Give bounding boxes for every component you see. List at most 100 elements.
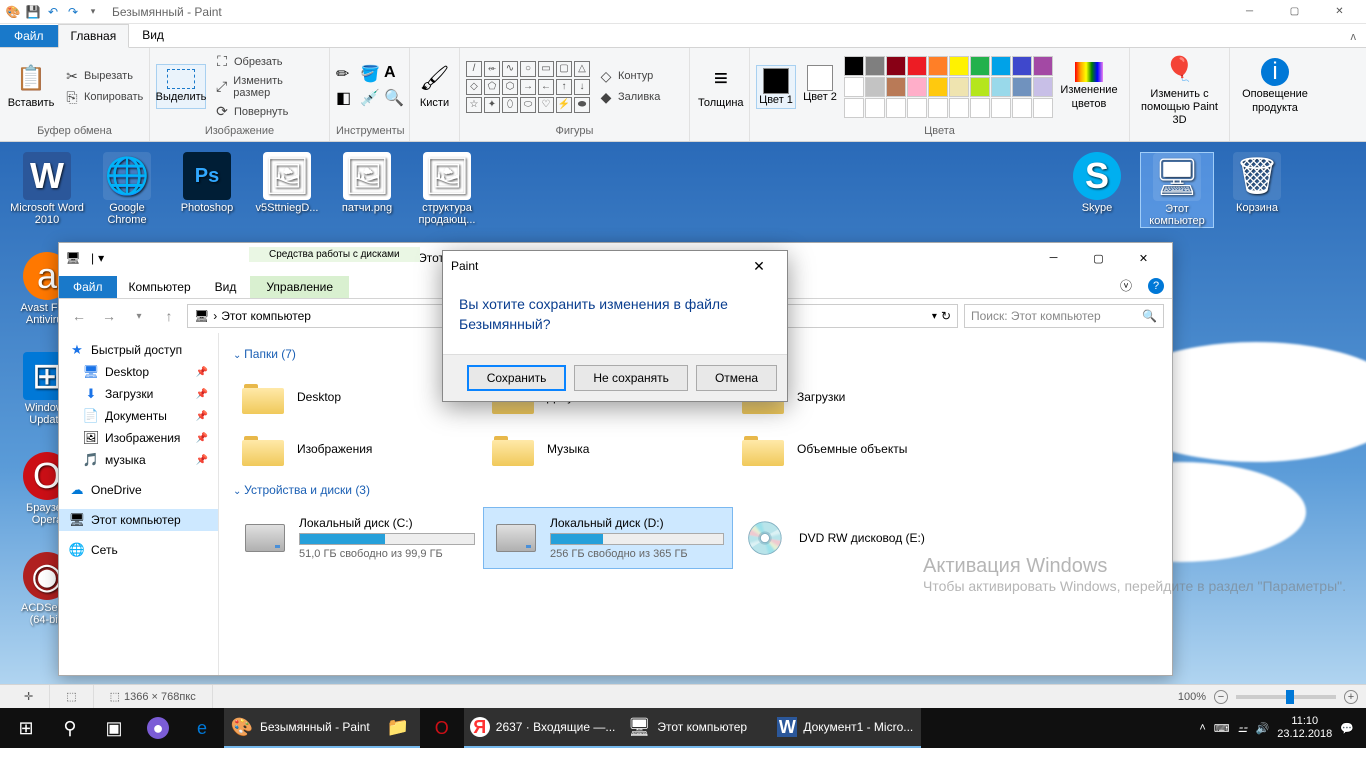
palette-swatch[interactable] — [949, 56, 969, 76]
palette-swatch[interactable] — [928, 77, 948, 97]
explorer-tab-manage[interactable]: Управление — [250, 276, 349, 298]
nav-pictures[interactable]: 🖼Изображения📌 — [59, 427, 218, 449]
explorer-collapse-icon[interactable]: ⓥ — [1112, 273, 1140, 298]
palette-swatch[interactable] — [844, 77, 864, 97]
thickness-button[interactable]: ≡ Толщина — [696, 59, 746, 114]
palette-swatch[interactable] — [1033, 77, 1053, 97]
nav-forward-icon[interactable]: → — [97, 304, 121, 328]
palette-swatch[interactable] — [949, 98, 969, 118]
palette-swatch[interactable] — [844, 56, 864, 76]
color2-button[interactable]: Цвет 2 — [800, 65, 840, 103]
color-palette[interactable] — [844, 56, 1053, 118]
palette-swatch[interactable] — [991, 77, 1011, 97]
drive-d[interactable]: Локальный диск (D:) 256 ГБ свободно из 3… — [483, 507, 733, 569]
palette-swatch[interactable] — [970, 98, 990, 118]
palette-swatch[interactable] — [844, 98, 864, 118]
task-explorer-pinned[interactable]: 📁 — [376, 708, 420, 748]
palette-swatch[interactable] — [1033, 56, 1053, 76]
task-yandex[interactable]: Я2637 · Входящие —... — [464, 708, 622, 748]
taskview-button[interactable]: ▣ — [92, 708, 136, 748]
palette-swatch[interactable] — [907, 77, 927, 97]
desktop-icon-image1[interactable]: 🖼v5SttniegD... — [250, 152, 324, 214]
desktop-icon-recycle[interactable]: 🗑Корзина — [1220, 152, 1294, 214]
eraser-tool-icon[interactable]: ◧ — [336, 88, 358, 110]
explorer-qat-icon[interactable]: ▾ — [94, 251, 108, 265]
fill-button[interactable]: ◆Заливка — [594, 87, 664, 107]
refresh-icon[interactable]: ↻ — [941, 309, 951, 323]
palette-swatch[interactable] — [970, 56, 990, 76]
magnifier-tool-icon[interactable]: 🔍 — [384, 88, 406, 110]
nav-up-icon[interactable]: ↑ — [157, 304, 181, 328]
folder-3dobjects[interactable]: Объемные объекты — [733, 423, 983, 475]
palette-swatch[interactable] — [928, 56, 948, 76]
palette-swatch[interactable] — [886, 56, 906, 76]
zoom-slider[interactable] — [1236, 695, 1336, 699]
search-input[interactable]: Поиск: Этот компьютер 🔍 — [964, 304, 1164, 328]
tray-clock[interactable]: 11:10 23.12.2018 — [1277, 715, 1332, 741]
close-button[interactable]: ✕ — [1317, 0, 1362, 24]
brushes-button[interactable]: 🖌 Кисти — [416, 59, 453, 114]
nav-downloads[interactable]: ⬇Загрузки📌 — [59, 383, 218, 405]
file-tab[interactable]: Файл — [0, 25, 58, 47]
desktop-icon-skype[interactable]: SSkype — [1060, 152, 1134, 214]
desktop-icon-image3[interactable]: 🖼структура продающ... — [410, 152, 484, 226]
zoom-in-button[interactable]: + — [1344, 690, 1358, 704]
desktop-icon-chrome[interactable]: 🌐Google Chrome — [90, 152, 164, 226]
text-tool-icon[interactable]: A — [384, 64, 406, 86]
palette-swatch[interactable] — [865, 77, 885, 97]
cortana-button[interactable]: ● — [136, 708, 180, 748]
section-drives[interactable]: ⌄ Устройства и диски (3) — [233, 483, 1158, 497]
explorer-file-tab[interactable]: Файл — [59, 276, 117, 298]
palette-swatch[interactable] — [907, 98, 927, 118]
task-word[interactable]: WДокумент1 - Micro... — [771, 708, 921, 748]
maximize-button[interactable]: ▢ — [1272, 0, 1317, 24]
rotate-button[interactable]: ⟳Повернуть — [210, 102, 323, 122]
palette-swatch[interactable] — [949, 77, 969, 97]
pencil-tool-icon[interactable]: ✏ — [336, 64, 358, 86]
explorer-tab-computer[interactable]: Компьютер — [117, 276, 203, 298]
folder-pictures[interactable]: Изображения — [233, 423, 483, 475]
palette-swatch[interactable] — [865, 98, 885, 118]
outline-button[interactable]: ◇Контур — [594, 66, 664, 86]
palette-swatch[interactable] — [991, 98, 1011, 118]
qat-redo-icon[interactable]: ↷ — [64, 3, 82, 21]
picker-tool-icon[interactable]: 💉 — [360, 88, 382, 110]
palette-swatch[interactable] — [970, 77, 990, 97]
desktop-icon-photoshop[interactable]: PsPhotoshop — [170, 152, 244, 214]
explorer-close-button[interactable]: ✕ — [1121, 244, 1166, 272]
qat-undo-icon[interactable]: ↶ — [44, 3, 62, 21]
qat-customize-icon[interactable]: ▾ — [84, 3, 102, 21]
nav-desktop[interactable]: 🖥Desktop📌 — [59, 361, 218, 383]
tray-volume-icon[interactable]: 🔊 — [1256, 722, 1270, 735]
palette-swatch[interactable] — [907, 56, 927, 76]
ribbon-collapse-icon[interactable]: ʌ — [1341, 27, 1366, 47]
nav-onedrive[interactable]: ☁OneDrive — [59, 479, 218, 501]
product-alert-button[interactable]: i Оповещение продукта — [1236, 54, 1314, 118]
palette-swatch[interactable] — [991, 56, 1011, 76]
palette-swatch[interactable] — [1012, 56, 1032, 76]
paint3d-button[interactable]: 🎈 Изменить с помощью Paint 3D — [1136, 50, 1223, 132]
explorer-maximize-button[interactable]: ▢ — [1076, 244, 1121, 272]
cancel-button[interactable]: Отмена — [696, 365, 777, 391]
fill-tool-icon[interactable]: 🪣 — [360, 64, 382, 86]
shapes-gallery[interactable]: /⬰∿○▭▢△ ◇⬠⬡→←↑↓ ☆✦⬯⬭♡⚡⬬ — [466, 61, 590, 113]
tab-view[interactable]: Вид — [129, 23, 177, 47]
select-button[interactable]: Выделить — [156, 64, 206, 109]
palette-swatch[interactable] — [1033, 98, 1053, 118]
desktop-icon-thispc[interactable]: 🖥Этот компьютер — [1140, 152, 1214, 228]
dont-save-button[interactable]: Не сохранять — [574, 365, 688, 391]
explorer-minimize-button[interactable]: ─ — [1031, 244, 1076, 272]
nav-quick-access[interactable]: ★Быстрый доступ — [59, 339, 218, 361]
crop-button[interactable]: ⛶Обрезать — [210, 52, 323, 72]
copy-button[interactable]: ⎘Копировать — [60, 87, 147, 107]
qat-save-icon[interactable]: 💾 — [24, 3, 42, 21]
address-dropdown-icon[interactable]: ▾ — [932, 311, 937, 322]
palette-swatch[interactable] — [886, 77, 906, 97]
task-opera[interactable]: O — [420, 708, 464, 748]
explorer-tab-view[interactable]: Вид — [203, 276, 249, 298]
zoom-out-button[interactable]: − — [1214, 690, 1228, 704]
cut-button[interactable]: ✂Вырезать — [60, 66, 147, 86]
nav-music[interactable]: 🎵музыка📌 — [59, 449, 218, 471]
nav-documents[interactable]: 📄Документы📌 — [59, 405, 218, 427]
palette-swatch[interactable] — [865, 56, 885, 76]
